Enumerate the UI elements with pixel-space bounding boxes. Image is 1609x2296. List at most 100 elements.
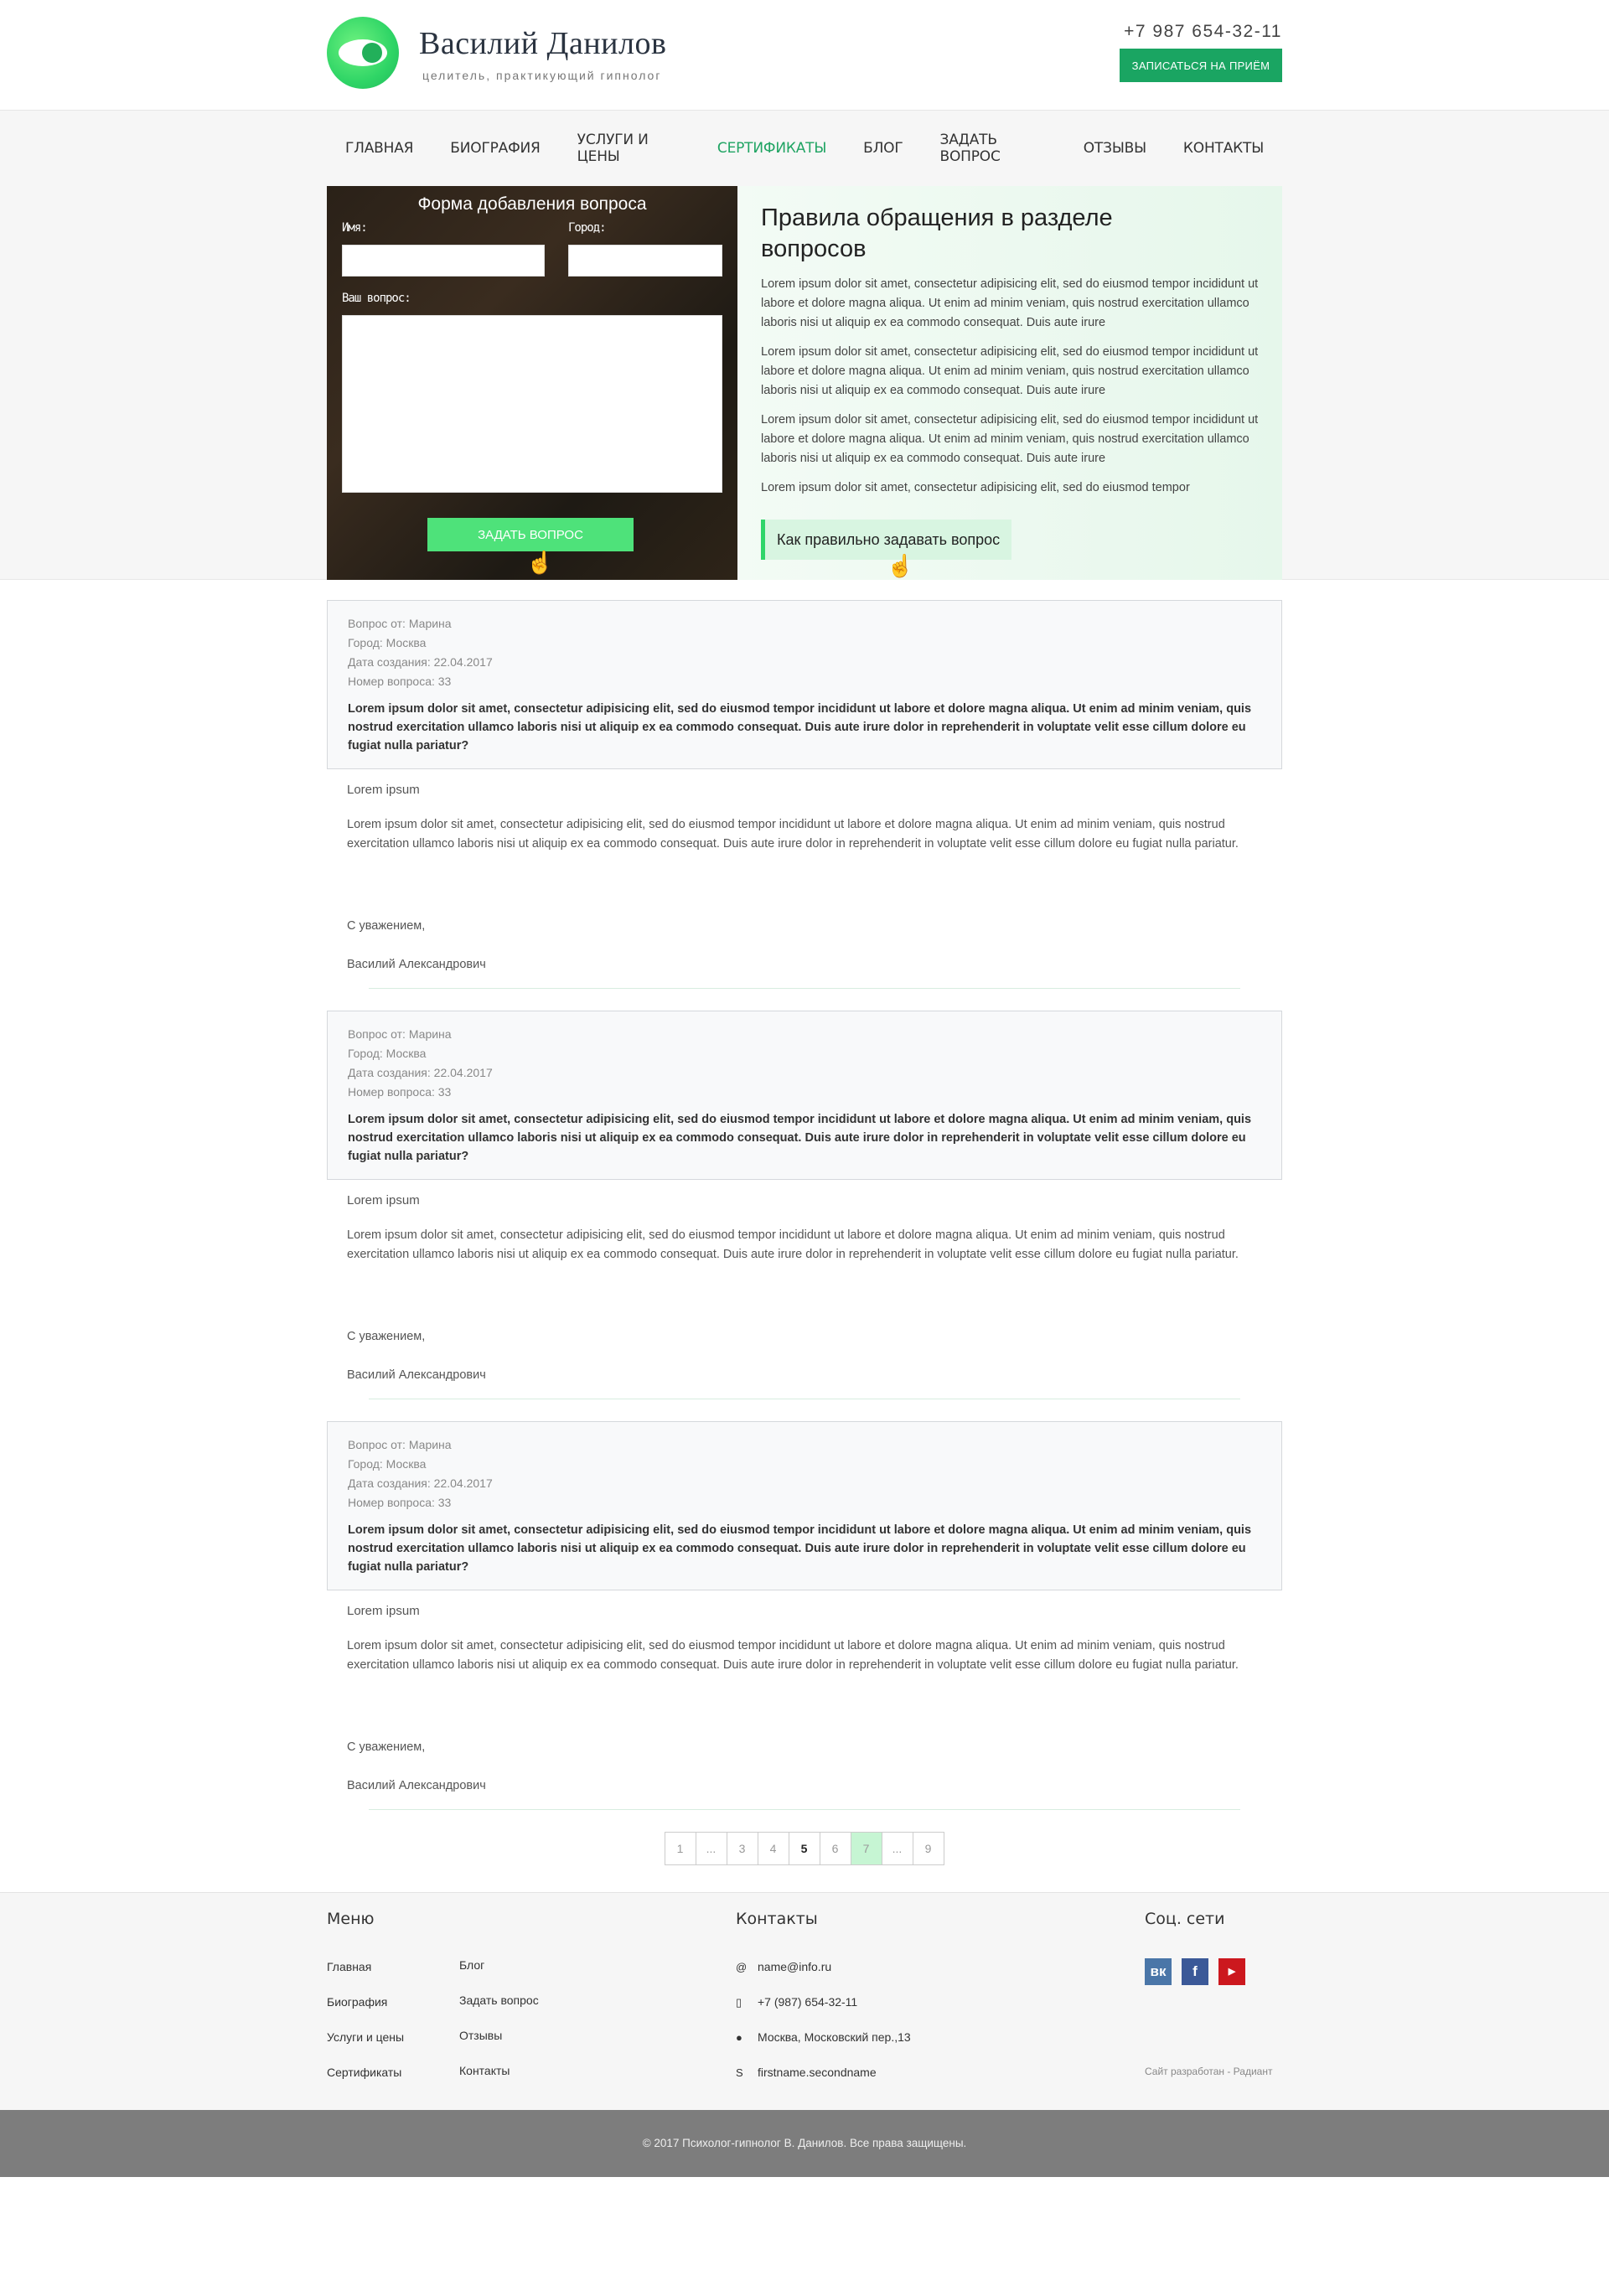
question-text: Lorem ipsum dolor sit amet, consectetur …	[348, 1523, 1252, 1574]
footer-address: ● Москва, Московский пер.,13	[736, 2030, 911, 2044]
nav-blog[interactable]: БЛОГ	[845, 140, 921, 157]
question-city: Город: Москва	[348, 1047, 427, 1060]
question-date: Дата создания: 22.04.2017	[348, 1476, 493, 1490]
answer-regards: С уважением,	[347, 1330, 426, 1343]
address-text: Москва, Московский пер.,13	[758, 2030, 911, 2044]
rules-paragraph: Lorem ipsum dolor sit amet, consectetur …	[761, 277, 1259, 329]
question-box: Вопрос от: Марина Город: Москва Дата соз…	[327, 1011, 1282, 1180]
divider	[369, 1809, 1240, 1810]
question-form: Форма добавления вопроса Имя: Город: Ваш…	[327, 186, 737, 580]
footer-link-home[interactable]: Главная	[327, 1960, 371, 1973]
map-pin-icon: ●	[736, 2031, 742, 2044]
page-link[interactable]: 4	[757, 1832, 789, 1865]
top-band: ГЛАВНАЯ БИОГРАФИЯ УСЛУГИ И ЦЕНЫ СЕРТИФИК…	[0, 111, 1609, 580]
skype-icon: S	[736, 2066, 743, 2079]
brand: Василий Данилов целитель, практикующий г…	[419, 25, 666, 82]
nav-certificates[interactable]: СЕРТИФИКАТЫ	[699, 140, 845, 157]
nav-home[interactable]: ГЛАВНАЯ	[327, 140, 432, 157]
question-number: Номер вопроса: 33	[348, 1496, 452, 1509]
footer-link-biography[interactable]: Биография	[327, 1995, 387, 2009]
question-text: Lorem ipsum dolor sit amet, consectetur …	[348, 1113, 1252, 1163]
footer-contacts-title: Контакты	[736, 1910, 818, 1928]
answer: Lorem ipsum Lorem ipsum dolor sit amet, …	[327, 1590, 1282, 1809]
phone-text: +7 (987) 654-32-11	[758, 1995, 858, 2009]
nav-reviews[interactable]: ОТЗЫВЫ	[1065, 140, 1165, 157]
qa-item: Вопрос от: Марина Город: Москва Дата соз…	[327, 1421, 1282, 1810]
question-date: Дата создания: 22.04.2017	[348, 1066, 493, 1079]
page-link[interactable]: 6	[819, 1832, 851, 1865]
hand-cursor-icon: ☝	[526, 550, 554, 575]
logo-eye-icon[interactable]	[327, 17, 399, 89]
answer: Lorem ipsum Lorem ipsum dolor sit amet, …	[327, 769, 1282, 988]
name-input[interactable]	[342, 245, 545, 277]
question-author: Вопрос от: Марина	[348, 617, 452, 630]
rules-panel: Правила обращения в разделе вопросов Lor…	[737, 186, 1282, 580]
brand-name[interactable]: Василий Данилов	[419, 25, 666, 62]
pagination: 1 ... 3 4 5 6 7 ... 9	[327, 1832, 1282, 1892]
footer-social-title: Соц. сети	[1145, 1910, 1225, 1928]
ask-question-button[interactable]: ЗАДАТЬ ВОПРОС	[427, 518, 634, 551]
site-header: Василий Данилов целитель, практикующий г…	[0, 0, 1609, 111]
nav-biography[interactable]: БИОГРАФИЯ	[432, 140, 558, 157]
answer: Lorem ipsum Lorem ipsum dolor sit amet, …	[327, 1180, 1282, 1399]
answer-body: Lorem ipsum dolor sit amet, consectetur …	[347, 818, 1239, 851]
page-link[interactable]: 1	[664, 1832, 696, 1865]
footer-link-blog[interactable]: Блог	[459, 1958, 484, 1972]
question-textarea[interactable]	[342, 315, 722, 493]
question-label: Ваш вопрос:	[342, 292, 411, 305]
question-box: Вопрос от: Марина Город: Москва Дата соз…	[327, 600, 1282, 769]
vk-icon[interactable]: вк	[1145, 1958, 1172, 1985]
page-link-hover[interactable]: 7	[850, 1832, 882, 1865]
answer-signature: Василий Александрович	[347, 1779, 486, 1792]
copyright: © 2017 Психолог-гипнолог В. Данилов. Все…	[0, 2110, 1609, 2177]
footer-phone[interactable]: ▯ +7 (987) 654-32-11	[736, 1995, 857, 2009]
footer-link-certificates[interactable]: Сертификаты	[327, 2066, 401, 2079]
phone-icon: ▯	[736, 1996, 742, 2009]
nav-contacts[interactable]: КОНТАКТЫ	[1165, 140, 1282, 157]
site-footer: Меню Главная Биография Услуги и цены Сер…	[0, 1892, 1609, 2110]
footer-skype[interactable]: Sfirstname.secondname	[736, 2066, 877, 2079]
city-input[interactable]	[568, 245, 722, 277]
rules-title: Правила обращения в разделе вопросов	[761, 204, 1113, 262]
footer-link-services[interactable]: Услуги и цены	[327, 2030, 404, 2044]
answer-signature: Василий Александрович	[347, 1368, 486, 1382]
qa-item: Вопрос от: Марина Город: Москва Дата соз…	[327, 600, 1282, 989]
header-phone[interactable]: +7 987 654-32-11	[1124, 22, 1282, 42]
question-text: Lorem ipsum dolor sit amet, consectetur …	[348, 702, 1252, 752]
nav-services[interactable]: УСЛУГИ И ЦЕНЫ	[559, 132, 699, 165]
page-link[interactable]: 9	[912, 1832, 944, 1865]
question-author: Вопрос от: Марина	[348, 1438, 452, 1451]
question-section: Форма добавления вопроса Имя: Город: Ваш…	[327, 186, 1282, 580]
divider	[369, 988, 1240, 989]
qa-item: Вопрос от: Марина Город: Москва Дата соз…	[327, 1011, 1282, 1399]
footer-email[interactable]: @ name@info.ru	[736, 1960, 831, 1973]
question-date: Дата создания: 22.04.2017	[348, 655, 493, 669]
page-ellipsis: ...	[695, 1832, 727, 1865]
footer-link-contacts[interactable]: Контакты	[459, 2064, 510, 2077]
book-appointment-button[interactable]: ЗАПИСАТЬСЯ НА ПРИЁМ	[1120, 49, 1282, 82]
nav-ask-question[interactable]: ЗАДАТЬ ВОПРОС	[922, 132, 1065, 165]
email-text: name@info.ru	[758, 1960, 832, 1973]
question-author: Вопрос от: Марина	[348, 1027, 452, 1041]
city-label: Город:	[568, 221, 607, 235]
footer-menu-title: Меню	[327, 1910, 375, 1928]
answer-heading: Lorem ipsum	[347, 783, 420, 797]
main-nav: ГЛАВНАЯ БИОГРАФИЯ УСЛУГИ И ЦЕНЫ СЕРТИФИК…	[327, 111, 1282, 186]
qa-list: Вопрос от: Марина Город: Москва Дата соз…	[327, 600, 1282, 1892]
skype-text: firstname.secondname	[758, 2066, 877, 2079]
facebook-icon[interactable]: f	[1182, 1958, 1208, 1985]
developer-credit[interactable]: Сайт разработан - Радиант	[1145, 2066, 1272, 2077]
rules-paragraph: Lorem ipsum dolor sit amet, consectetur …	[761, 413, 1259, 465]
question-box: Вопрос от: Марина Город: Москва Дата соз…	[327, 1421, 1282, 1590]
page-current[interactable]: 5	[788, 1832, 820, 1865]
brand-subtitle: целитель, практикующий гипнолог	[422, 69, 662, 82]
footer-link-ask[interactable]: Задать вопрос	[459, 1993, 539, 2007]
hand-cursor-icon: ☝	[887, 553, 914, 578]
rules-paragraph: Lorem ipsum dolor sit amet, consectetur …	[761, 345, 1259, 397]
footer-link-reviews[interactable]: Отзывы	[459, 2029, 502, 2042]
question-city: Город: Москва	[348, 636, 427, 649]
page-link[interactable]: 3	[726, 1832, 758, 1865]
form-title: Форма добавления вопроса	[417, 194, 647, 214]
answer-signature: Василий Александрович	[347, 958, 486, 971]
youtube-icon[interactable]: ▶	[1218, 1958, 1245, 1985]
